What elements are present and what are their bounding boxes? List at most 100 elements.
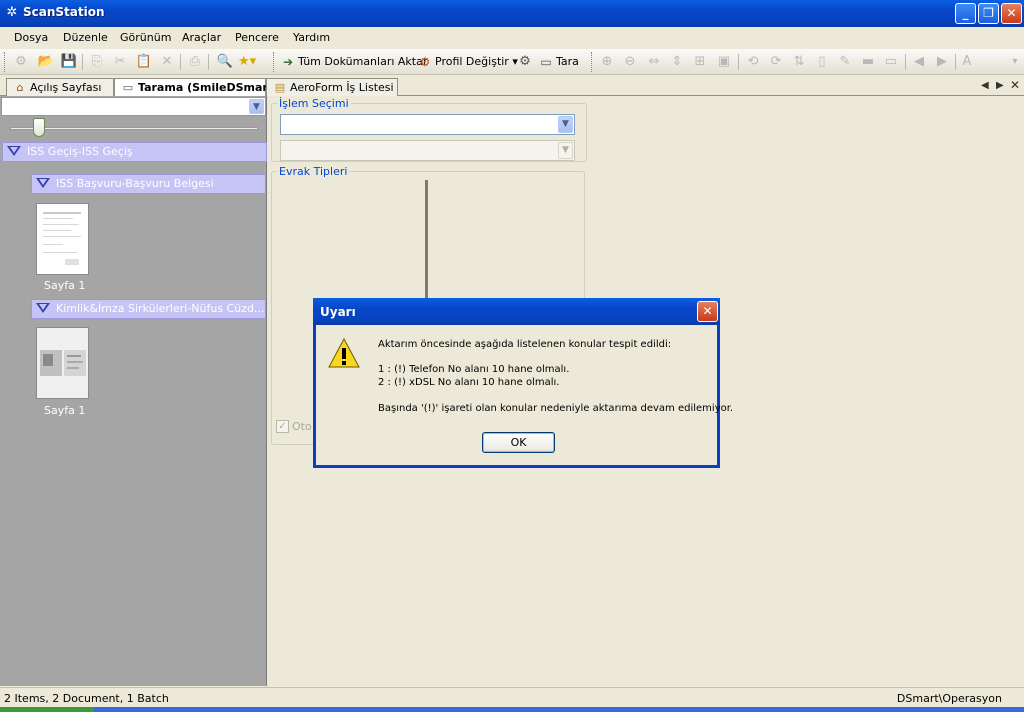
chevron-down-icon[interactable]: ▼ bbox=[558, 116, 573, 133]
separator bbox=[82, 54, 83, 70]
scanner-icon: ▭ bbox=[122, 81, 134, 94]
start-button[interactable] bbox=[0, 707, 94, 712]
dialog-message-footer: Başında '(!)' işareti olan konular neden… bbox=[378, 403, 734, 414]
search-icon[interactable]: 🔍 bbox=[216, 52, 234, 72]
text-icon[interactable]: A bbox=[958, 52, 976, 72]
process-label: İşlem Seçimi bbox=[277, 97, 351, 110]
splitter-line[interactable] bbox=[425, 180, 428, 300]
dialog-issue-2: 2 : (!) xDSL No alanı 10 hane olmalı. bbox=[378, 377, 560, 388]
chevron-down-icon[interactable]: ▼ bbox=[249, 99, 264, 114]
auto-checkbox[interactable]: ✓ bbox=[276, 420, 289, 433]
menu-window[interactable]: Pencere bbox=[235, 31, 279, 44]
auto-checkbox-label: Oto bbox=[292, 420, 312, 433]
menu-edit[interactable]: Düzenle bbox=[63, 31, 108, 44]
menu-bar: Dosya Düzenle Görünüm Araçlar Pencere Ya… bbox=[0, 27, 1024, 49]
worklist-icon: ▤ bbox=[274, 81, 286, 94]
warning-dialog: Uyarı ✕ Aktarım öncesinde aşağıda listel… bbox=[313, 298, 733, 468]
separator bbox=[180, 54, 181, 70]
export-all-button[interactable]: ➔ Tüm Dokümanları Aktar bbox=[280, 52, 427, 72]
collapse-triangle-icon[interactable] bbox=[7, 146, 21, 156]
toolbar-grip[interactable] bbox=[273, 52, 276, 72]
open-folder-icon[interactable]: 📂 bbox=[37, 52, 55, 72]
title-bar: ✲ ScanStation _ ❐ ✕ bbox=[0, 0, 1024, 27]
favorites-star-icon[interactable]: ★▾ bbox=[238, 52, 256, 72]
tab-home[interactable]: ⌂ Açılış Sayfası bbox=[6, 78, 114, 96]
cut-icon[interactable]: ✂ bbox=[111, 52, 129, 72]
toolbar-grip[interactable] bbox=[591, 52, 594, 72]
status-user: DSmart\Operasyon bbox=[896, 692, 1002, 705]
tree-group-iss[interactable]: ISS Geçiş-ISS Geçiş bbox=[2, 142, 267, 162]
fit-height-icon[interactable]: ⇕ bbox=[668, 52, 686, 72]
menu-file[interactable]: Dosya bbox=[14, 31, 48, 44]
zoom-in-icon[interactable]: ⊕ bbox=[598, 52, 616, 72]
paste-icon[interactable]: 📋 bbox=[135, 52, 153, 72]
tool-icon[interactable]: ✎ bbox=[836, 52, 854, 72]
dialog-title: Uyarı bbox=[320, 305, 356, 319]
save-icon[interactable]: 💾 bbox=[60, 52, 78, 72]
separator bbox=[955, 54, 956, 70]
page-icon[interactable]: ▯ bbox=[813, 52, 831, 72]
menu-view[interactable]: Görünüm bbox=[120, 31, 171, 44]
fit-page-icon[interactable]: ⊞ bbox=[691, 52, 709, 72]
frame-icon[interactable]: ▭ bbox=[882, 52, 900, 72]
secondary-select[interactable]: ▼ bbox=[280, 140, 575, 161]
minimize-button[interactable]: _ bbox=[955, 3, 976, 24]
tab-scan[interactable]: ▭ Tarama (SmileDSmart) bbox=[114, 78, 278, 97]
separator bbox=[905, 54, 906, 70]
dialog-issue-1: 1 : (!) Telefon No alanı 10 hane olmalı. bbox=[378, 364, 570, 375]
dialog-message-intro: Aktarım öncesinde aşağıda listelenen kon… bbox=[378, 339, 672, 350]
restore-button[interactable]: ❐ bbox=[978, 3, 999, 24]
tree-subgroup-identity[interactable]: Kimlik&İmza Sirkülerleri-Nüfus Cüzd... bbox=[31, 299, 266, 319]
zoom-slider-track[interactable] bbox=[10, 127, 258, 130]
chevron-down-icon[interactable]: ▼ bbox=[558, 142, 573, 159]
taskbar-strip bbox=[0, 707, 1024, 712]
copy-icon[interactable]: ⎘ bbox=[88, 52, 106, 72]
collapse-triangle-icon[interactable] bbox=[36, 178, 50, 188]
toolbar-overflow-icon[interactable]: ▾ bbox=[1008, 52, 1022, 72]
toolbar: ⚙ 📂 💾 ⎘ ✂ 📋 ✕ ⎙ 🔍 ★▾ ➔ Tüm Dokümanları Ak… bbox=[0, 49, 1024, 75]
tab-aeroform[interactable]: ▤ AeroForm İş Listesi bbox=[266, 78, 398, 96]
change-profile-button[interactable]: ⚙ Profil Değiştir ▾ bbox=[417, 52, 518, 72]
flip-icon[interactable]: ⇅ bbox=[790, 52, 808, 72]
fit-width-icon[interactable]: ⇔ bbox=[645, 52, 663, 72]
tab-prev-icon[interactable]: ◀ bbox=[981, 80, 989, 91]
rotate-right-icon[interactable]: ⟳ bbox=[767, 52, 785, 72]
crop-icon[interactable]: ▬ bbox=[859, 52, 877, 72]
export-icon: ➔ bbox=[282, 55, 294, 69]
status-counts: 2 Items, 2 Document, 1 Batch bbox=[4, 692, 169, 705]
tab-next-icon[interactable]: ▶ bbox=[996, 80, 1004, 91]
forward-arrow-icon[interactable]: ▶ bbox=[933, 52, 951, 72]
zoom-slider-thumb[interactable] bbox=[33, 118, 45, 137]
home-icon: ⌂ bbox=[16, 81, 24, 94]
toolbar-grip[interactable] bbox=[4, 52, 7, 72]
menu-help[interactable]: Yardım bbox=[293, 31, 330, 44]
batch-select[interactable]: ▼ bbox=[1, 97, 266, 116]
process-select[interactable]: ▼ bbox=[280, 114, 575, 135]
menu-tools[interactable]: Araçlar bbox=[182, 31, 221, 44]
back-arrow-icon[interactable]: ◀ bbox=[910, 52, 928, 72]
status-bar: 2 Items, 2 Document, 1 Batch DSmart\Oper… bbox=[0, 687, 1024, 707]
doc-types-label: Evrak Tipleri bbox=[277, 165, 350, 178]
dialog-close-button[interactable]: ✕ bbox=[697, 301, 718, 322]
profile-gear-icon: ⚙ bbox=[419, 55, 431, 69]
rotate-left-icon[interactable]: ⟲ bbox=[744, 52, 762, 72]
close-button[interactable]: ✕ bbox=[1001, 3, 1022, 24]
new-icon[interactable]: ⚙ bbox=[12, 52, 30, 72]
scanner-settings-icon[interactable]: ⚙ bbox=[516, 52, 534, 72]
tree-subgroup-application[interactable]: ISS Başvuru-Başvuru Belgesi bbox=[31, 174, 266, 194]
actual-size-icon[interactable]: ▣ bbox=[715, 52, 733, 72]
page-label: Sayfa 1 bbox=[44, 279, 86, 292]
print-icon[interactable]: ⎙ bbox=[186, 52, 204, 72]
id-card-preview bbox=[40, 350, 86, 376]
ok-button[interactable]: OK bbox=[482, 432, 555, 453]
collapse-triangle-icon[interactable] bbox=[36, 303, 50, 313]
zoom-out-icon[interactable]: ⊖ bbox=[621, 52, 639, 72]
tab-close-icon[interactable]: ✕ bbox=[1010, 78, 1020, 92]
page-thumbnail[interactable] bbox=[36, 327, 89, 399]
scan-button[interactable]: ▭ Tara bbox=[538, 52, 579, 72]
app-icon: ✲ bbox=[6, 5, 18, 20]
scanner-icon: ▭ bbox=[540, 55, 552, 69]
document-page-preview bbox=[43, 212, 81, 265]
delete-icon[interactable]: ✕ bbox=[158, 52, 176, 72]
page-thumbnail[interactable] bbox=[36, 203, 89, 275]
